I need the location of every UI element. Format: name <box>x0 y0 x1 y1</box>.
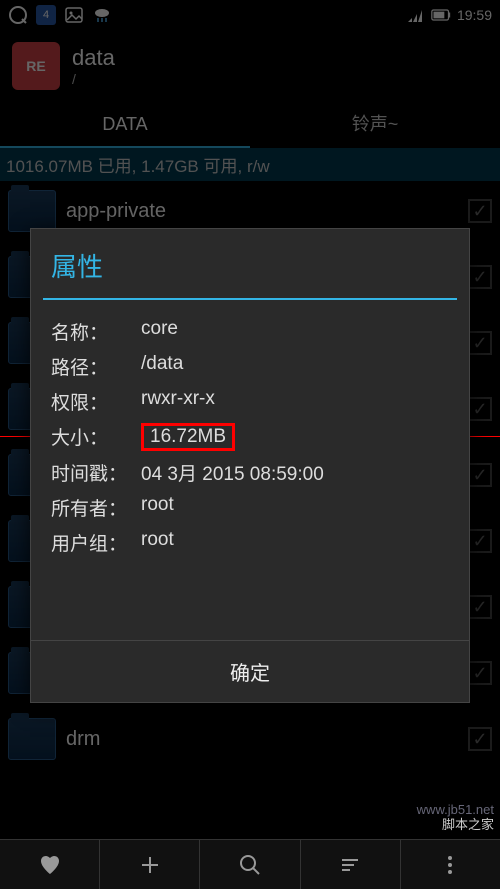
ok-button[interactable]: 确定 <box>31 640 469 702</box>
prop-name-value: core <box>141 318 449 345</box>
prop-path-value: /data <box>141 353 449 380</box>
dialog-body: 名称： core 路径： /data 权限： rwxr-xr-x 大小： 16.… <box>31 300 469 640</box>
prop-group-label: 用户组： <box>51 529 141 556</box>
properties-dialog: 属性 名称： core 路径： /data 权限： rwxr-xr-x 大小： … <box>30 228 470 703</box>
prop-time-value: 04 3月 2015 08:59:00 <box>141 459 449 486</box>
bottom-toolbar <box>0 839 500 889</box>
prop-owner-value: root <box>141 494 449 521</box>
watermark-text: 脚本之家 <box>417 817 494 833</box>
watermark: www.jb51.net 脚本之家 <box>417 802 494 833</box>
dialog-title: 属性 <box>31 229 469 298</box>
prop-time-label: 时间戳： <box>51 459 141 486</box>
prop-size-label: 大小： <box>51 423 141 451</box>
prop-group-value: root <box>141 529 449 556</box>
prop-size-value: 16.72MB <box>141 423 449 451</box>
prop-owner-label: 所有者： <box>51 494 141 521</box>
sort-button[interactable] <box>301 840 401 889</box>
prop-name-label: 名称： <box>51 318 141 345</box>
prop-perm-value: rwxr-xr-x <box>141 388 449 415</box>
prop-path-label: 路径： <box>51 353 141 380</box>
search-button[interactable] <box>200 840 300 889</box>
prop-perm-label: 权限： <box>51 388 141 415</box>
size-highlight: 16.72MB <box>141 423 235 451</box>
more-button[interactable] <box>401 840 500 889</box>
add-button[interactable] <box>100 840 200 889</box>
favorite-button[interactable] <box>0 840 100 889</box>
watermark-url: www.jb51.net <box>417 802 494 818</box>
